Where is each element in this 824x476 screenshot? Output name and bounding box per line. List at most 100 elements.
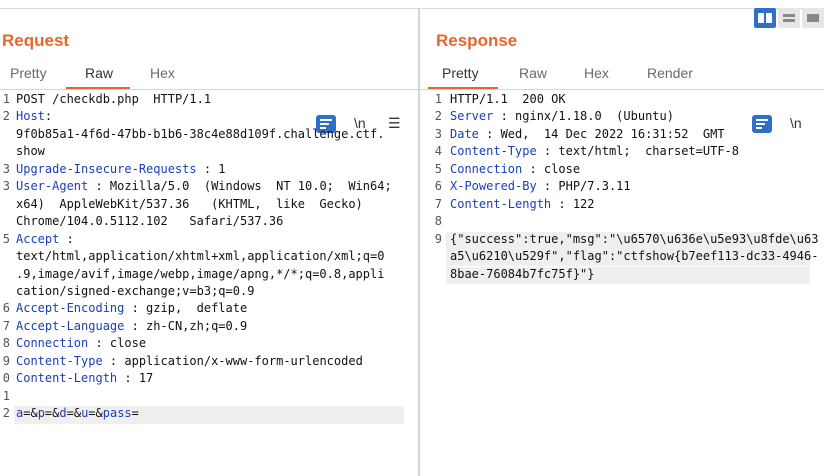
line-text: Connection : close [450,162,580,176]
line-text: Content-Length : 122 [450,197,595,211]
line-number: 3 [2,179,10,194]
request-line: show [0,144,418,161]
text-segment: =& [66,406,82,421]
line-number: 2 [2,406,10,421]
line-number: 1 [2,92,10,106]
line-text: Connection : close [16,336,146,350]
request-line: 9 Content-Type : application/x-www-form-u… [0,354,418,371]
response-tabs: Pretty Raw Hex Render \n [420,63,824,133]
header-name: pass [102,406,132,421]
line-text: Chrome/104.0.5112.102 Safari/537.36 [16,214,283,228]
request-tab-hex[interactable]: Hex [150,65,175,81]
text-segment: : PHP/7.3.11 [536,179,631,194]
text-segment: POST /checkdb.php HTTP/1.1 [16,92,212,106]
header-name: Server [450,109,494,124]
text-segment: : gzip, deflate [124,301,248,316]
text-segment: : 122 [551,196,595,211]
line-text: Accept-Encoding : gzip, deflate [16,301,247,315]
line-number: 7 [2,318,10,333]
header-name: Accept-Language [16,318,125,333]
line-number: 0 [2,371,10,386]
text-segment: cation/signed-exchange;v=b3;q=0.9 [16,283,255,298]
request-pane: Request Pretty Raw Hex \n ☰ 1 POST /check… [0,9,418,476]
response-line: 1 HTTP/1.1 200 OK [420,92,824,109]
line-text: Content-Type : application/x-www-form-ur… [16,354,363,368]
line-number: 1 [434,92,442,106]
text-segment: =& [88,406,103,421]
line-text: Server : nginx/1.18.0 (Ubuntu) [450,109,674,123]
header-name: d [59,406,67,421]
text-segment: .9,image/avif,image/webp,image/apng,*/*;… [16,266,385,281]
header-name: X-Powered-By [450,179,537,194]
line-text: x64) AppleWebKit/537.36 (KHTML, like Gec… [16,197,363,211]
text-segment: : [59,231,74,246]
line-text: show [16,144,45,158]
request-line: 5 Accept : [0,232,418,249]
text-segment: =& [44,406,60,421]
request-line: 9f0b85a1-4f6d-47bb-b1b6-38c4e88d109f.cha… [0,127,418,144]
line-text: Upgrade-Insecure-Requests : 1 [16,162,226,176]
response-pane: Response Pretty Raw Hex Render \n 1 HTTP/… [420,9,824,476]
request-line: 3 User-Agent : Mozilla/5.0 (Windows NT 10… [0,179,418,196]
text-segment: 8bae-76084b7fc75f}"} [450,266,595,281]
line-text: a5\u6210\u529f","flag":"ctfshow{b7eef113… [450,249,818,263]
response-tab-render[interactable]: Render [647,65,693,81]
line-number: 4 [434,144,442,159]
header-name: Upgrade-Insecure-Requests [16,161,197,176]
request-tab-raw[interactable]: Raw [85,65,113,81]
text-segment: a5\u6210\u529f","flag":"ctfshow{b7eef113… [450,249,819,264]
request-line: text/html,application/xhtml+xml,applicat… [0,249,418,266]
response-tab-pretty[interactable]: Pretty [442,65,479,81]
text-segment: =& [23,406,38,421]
text-segment: text/html,application/xhtml+xml,applicat… [16,249,385,264]
line-text: a=&p=&d=&u=&pass= [16,406,139,420]
request-tabs: Pretty Raw Hex \n ☰ [0,63,418,133]
response-line: 3 Date : Wed, 14 Dec 2022 16:31:52 GMT [420,127,824,144]
text-segment: 9f0b85a1-4f6d-47bb-b1b6-38c4e88d109f.cha… [16,126,385,141]
header-name: Content-Length [16,371,118,386]
text-segment: HTTP/1.1 200 OK [450,92,566,106]
text-segment: {"success":true,"msg":"\u6570\u636e\u5e9… [450,231,819,246]
request-line: 6 Accept-Encoding : gzip, deflate [0,301,418,318]
line-number: 8 [434,214,442,229]
response-line: 7 Content-Length : 122 [420,197,824,214]
response-line: 9 {"success":true,"msg":"\u6570\u636e\u5e… [420,231,824,250]
request-line: 1 [0,389,418,406]
header-name: Content-Length [450,196,552,211]
response-line: a5\u6210\u529f","flag":"ctfshow{b7eef113… [420,249,824,267]
response-tab-raw[interactable]: Raw [519,65,547,81]
line-text: Date : Wed, 14 Dec 2022 16:31:52 GMT [450,127,725,141]
response-tab-hex[interactable]: Hex [584,65,609,81]
line-text: POST /checkdb.php HTTP/1.1 [16,92,211,106]
text-segment: : close [522,161,581,176]
line-text: X-Powered-By : PHP/7.3.11 [450,179,631,193]
request-line: 2 Host: [0,109,418,126]
line-text: Host: [16,109,52,123]
text-segment: : close [88,336,147,351]
response-line: 2 Server : nginx/1.18.0 (Ubuntu) [420,109,824,126]
response-tabs-separator [420,89,824,90]
line-text: Content-Type : text/html; charset=UTF-8 [450,144,739,158]
text-segment: Chrome/104.0.5112.102 Safari/537.36 [16,214,284,229]
header-name: Host [16,109,45,124]
line-number: 5 [434,161,442,176]
header-name: Accept-Encoding [16,301,125,316]
line-number: 3 [2,161,10,176]
line-number: 2 [2,109,10,124]
text-segment: : text/html; charset=UTF-8 [536,144,739,159]
header-name: Connection [16,336,89,351]
text-segment: : nginx/1.18.0 (Ubuntu) [493,109,674,124]
request-line: .9,image/avif,image/webp,image/apng,*/*;… [0,267,418,284]
line-number: 6 [2,301,10,316]
text-segment: : Wed, 14 Dec 2022 16:31:52 GMT [478,126,725,141]
text-segment: : 1 [196,161,226,176]
line-text: Accept-Language : zh-CN,zh;q=0.9 [16,319,247,333]
line-text: 8bae-76084b7fc75f}"} [450,267,595,281]
line-number: 5 [2,231,10,246]
line-text: text/html,application/xhtml+xml,applicat… [16,249,384,263]
request-line: x64) AppleWebKit/537.36 (KHTML, like Gec… [0,197,418,214]
request-tabs-separator [0,89,418,90]
header-name: User-Agent [16,179,89,194]
text-segment: : [44,109,53,124]
request-tab-pretty[interactable]: Pretty [10,65,47,81]
